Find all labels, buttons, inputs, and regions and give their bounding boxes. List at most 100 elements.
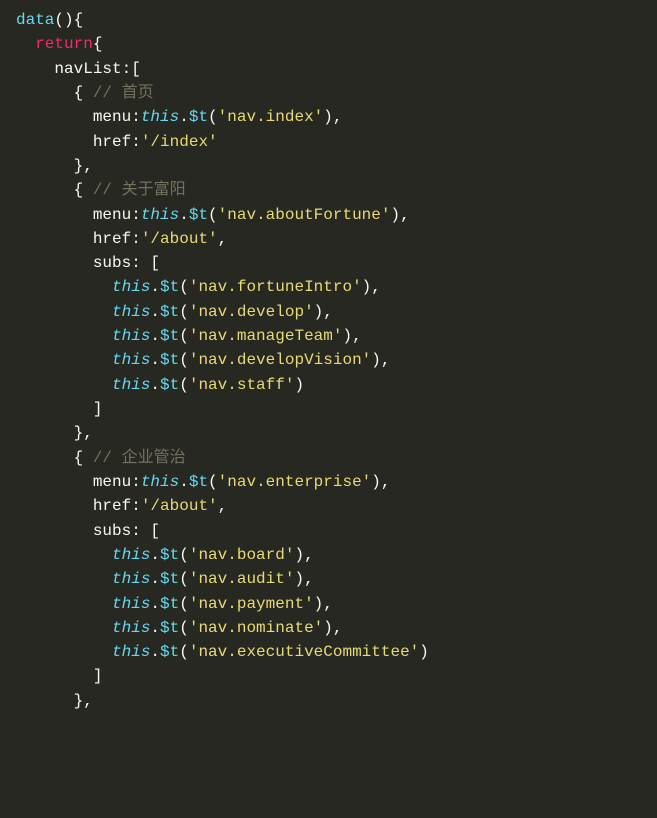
code-line[interactable]: this.$t('nav.executiveCommittee') (16, 640, 657, 664)
method-token: $t (160, 351, 179, 369)
text-token (16, 351, 112, 369)
paren-token: ) (419, 643, 429, 661)
method-token: $t (160, 303, 179, 321)
punct-token: : (131, 133, 141, 151)
punct-token: , (218, 497, 228, 515)
string-token: '/index' (141, 133, 218, 151)
text-token (16, 254, 93, 272)
punct-token: : (131, 230, 141, 248)
this-token: this (112, 327, 150, 345)
paren-token: ) (314, 303, 324, 321)
code-line[interactable]: ] (16, 397, 657, 421)
code-line[interactable]: data(){ (16, 8, 657, 32)
punct-token: : (131, 206, 141, 224)
string-token: 'nav.aboutFortune' (218, 206, 391, 224)
fn-name-token: data (16, 11, 54, 29)
bracket-token: [ (150, 522, 160, 540)
brace-token: { (74, 449, 84, 467)
code-line[interactable]: this.$t('nav.fortuneIntro'), (16, 275, 657, 299)
code-line[interactable]: this.$t('nav.staff') (16, 373, 657, 397)
text-token (16, 230, 93, 248)
code-line[interactable]: return{ (16, 32, 657, 56)
prop-token: menu (93, 473, 131, 491)
method-token: $t (160, 643, 179, 661)
code-line[interactable]: navList:[ (16, 57, 657, 81)
method-token: $t (160, 278, 179, 296)
code-line[interactable]: }, (16, 689, 657, 713)
paren-token: ( (179, 303, 189, 321)
code-line[interactable]: this.$t('nav.nominate'), (16, 616, 657, 640)
bracket-token: ] (93, 400, 103, 418)
text-token (16, 619, 112, 637)
code-line[interactable]: ] (16, 664, 657, 688)
bracket-token: ] (93, 667, 103, 685)
code-line[interactable]: href:'/about', (16, 227, 657, 251)
method-token: $t (189, 206, 208, 224)
paren-token: ) (362, 278, 372, 296)
punct-token: , (304, 546, 314, 564)
code-line[interactable]: this.$t('nav.manageTeam'), (16, 324, 657, 348)
paren-token: ( (208, 206, 218, 224)
code-line[interactable]: href:'/about', (16, 494, 657, 518)
text-token (83, 84, 93, 102)
paren-token: ) (342, 327, 352, 345)
code-line[interactable]: { // 首页 (16, 81, 657, 105)
string-token: 'nav.audit' (189, 570, 295, 588)
punct-token: . (150, 278, 160, 296)
code-line[interactable]: subs: [ (16, 251, 657, 275)
code-line[interactable]: menu:this.$t('nav.index'), (16, 105, 657, 129)
punct-token: , (304, 570, 314, 588)
punct-token: . (150, 303, 160, 321)
string-token: 'nav.staff' (189, 376, 295, 394)
code-line[interactable]: href:'/index' (16, 130, 657, 154)
text-token (83, 181, 93, 199)
this-token: this (141, 473, 179, 491)
paren-token: ( (179, 278, 189, 296)
this-token: this (112, 303, 150, 321)
code-line[interactable]: menu:this.$t('nav.enterprise'), (16, 470, 657, 494)
punct-token: . (150, 351, 160, 369)
text-token (83, 449, 93, 467)
punct-token: : (122, 60, 132, 78)
string-token: 'nav.executiveCommittee' (189, 643, 419, 661)
code-line[interactable]: this.$t('nav.developVision'), (16, 348, 657, 372)
paren-token: ( (179, 376, 189, 394)
string-token: '/about' (141, 230, 218, 248)
text-token (16, 473, 93, 491)
code-line[interactable]: subs: [ (16, 519, 657, 543)
text-token (16, 133, 93, 151)
string-token: 'nav.index' (218, 108, 324, 126)
text-token (16, 278, 112, 296)
string-token: 'nav.board' (189, 546, 295, 564)
code-line[interactable]: }, (16, 154, 657, 178)
punct-token: . (179, 473, 189, 491)
paren-token: ( (179, 643, 189, 661)
punct-token: , (323, 303, 333, 321)
this-token: this (112, 278, 150, 296)
code-line[interactable]: { // 关于富阳 (16, 178, 657, 202)
punct-token: . (150, 570, 160, 588)
code-line[interactable]: this.$t('nav.develop'), (16, 300, 657, 324)
paren-token: ( (179, 570, 189, 588)
code-line[interactable]: this.$t('nav.board'), (16, 543, 657, 567)
punct-token: . (150, 595, 160, 613)
brace-token: { (74, 181, 84, 199)
punct-token: , (381, 351, 391, 369)
punct-token: : (131, 473, 141, 491)
code-line[interactable]: }, (16, 421, 657, 445)
code-line[interactable]: this.$t('nav.audit'), (16, 567, 657, 591)
punct-token: , (333, 108, 343, 126)
paren-token: ) (294, 376, 304, 394)
code-line[interactable]: { // 企业管治 (16, 446, 657, 470)
text-token (16, 327, 112, 345)
string-token: 'nav.develop' (189, 303, 314, 321)
punct-token: . (150, 546, 160, 564)
code-line[interactable]: menu:this.$t('nav.aboutFortune'), (16, 203, 657, 227)
code-line[interactable]: this.$t('nav.payment'), (16, 592, 657, 616)
punct-token: , (323, 595, 333, 613)
punct-token: , (83, 692, 93, 710)
text-token (16, 667, 93, 685)
text-token (16, 522, 93, 540)
this-token: this (141, 206, 179, 224)
string-token: '/about' (141, 497, 218, 515)
